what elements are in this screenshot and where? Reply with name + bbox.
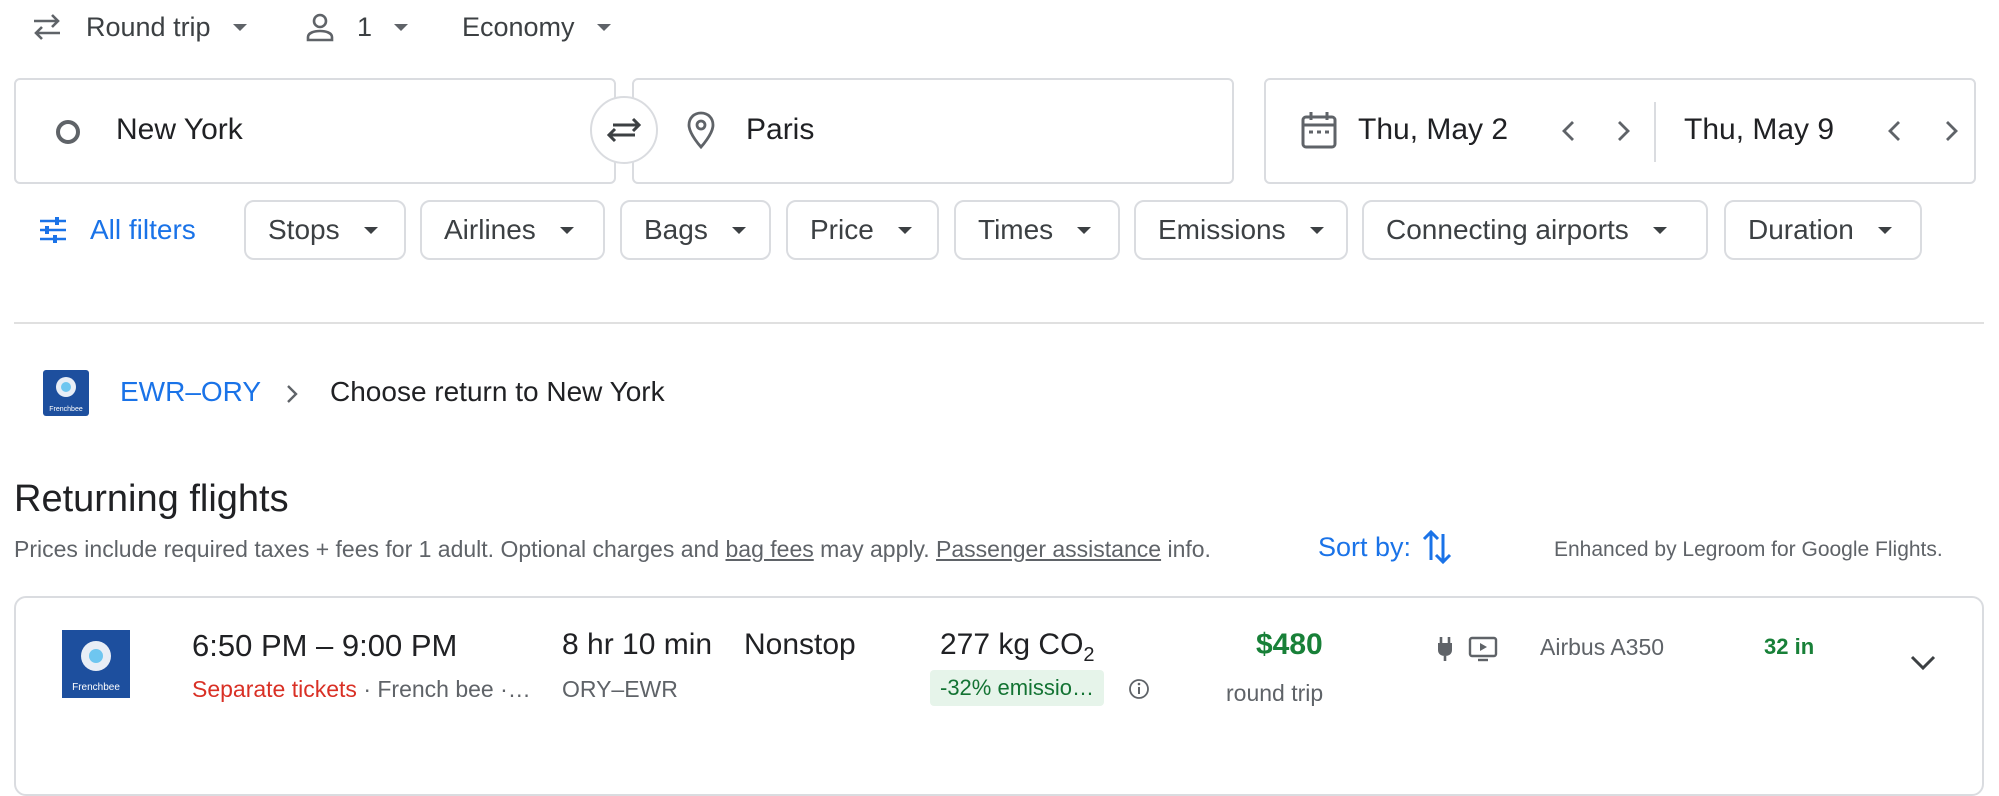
- date-range-field[interactable]: Thu, May 2 Thu, May 9: [1264, 78, 1976, 184]
- chevron-down-icon: [232, 23, 247, 31]
- airline-logo: Frenchbee: [43, 370, 89, 416]
- legroom-value: 32 in: [1764, 634, 1815, 659]
- flight-price: $480: [1256, 628, 1323, 661]
- section-divider: [14, 322, 1984, 324]
- depart-next-date-icon[interactable]: [1612, 116, 1634, 146]
- info-icon[interactable]: [1128, 678, 1150, 700]
- chevron-down-icon: [1077, 226, 1092, 234]
- emissions-value: 277 kg CO2: [940, 628, 1095, 667]
- filter-chip-emissions[interactable]: Emissions: [1134, 200, 1348, 260]
- chevron-down-icon: [1652, 226, 1667, 234]
- chevron-down-icon: [363, 226, 378, 234]
- passengers-select[interactable]: 1: [305, 4, 409, 50]
- disclaimer-text: may apply.: [813, 536, 937, 562]
- aircraft-type: Airbus A350: [1540, 634, 1665, 660]
- return-date[interactable]: Thu, May 9: [1684, 113, 1834, 147]
- filter-sliders-icon: [38, 216, 68, 244]
- chevron-down-icon: [559, 226, 574, 234]
- cabin-class-select[interactable]: Economy: [462, 4, 611, 50]
- chip-label: Emissions: [1158, 214, 1286, 245]
- emissions-text: 277 kg CO: [940, 628, 1084, 661]
- disclaimer-text: Prices include required taxes + fees for…: [14, 536, 726, 562]
- legroom-note: Enhanced by Legroom for Google Flights.: [1554, 538, 1943, 561]
- origin-circle-icon: [54, 118, 82, 146]
- bag-fees-link[interactable]: bag fees: [726, 536, 814, 562]
- page-title: Returning flights: [14, 478, 289, 520]
- chip-label: Price: [810, 214, 874, 245]
- chevron-down-icon: [1309, 226, 1324, 234]
- breadcrumb-route-link[interactable]: EWR–ORY: [120, 376, 261, 408]
- cabin-class-label: Economy: [462, 11, 575, 42]
- entertainment-screen-icon: [1468, 636, 1498, 662]
- return-prev-date-icon[interactable]: [1884, 116, 1906, 146]
- airline-logo: Frenchbee: [62, 630, 130, 698]
- all-filters-button[interactable]: All filters: [38, 200, 196, 260]
- sort-arrows-icon: [1421, 528, 1453, 566]
- flight-result-card[interactable]: Frenchbee 6:50 PM – 9:00 PM Separate tic…: [14, 596, 1984, 796]
- swap-icon: [605, 115, 643, 145]
- depart-prev-date-icon[interactable]: [1558, 116, 1580, 146]
- person-icon: [305, 12, 335, 42]
- origin-field[interactable]: New York: [14, 78, 616, 184]
- destination-value: Paris: [746, 113, 815, 146]
- passenger-assistance-link[interactable]: Passenger assistance: [936, 536, 1161, 562]
- location-pin-icon: [686, 110, 716, 150]
- chevron-down-icon: [897, 226, 912, 234]
- chip-label: Duration: [1748, 214, 1854, 245]
- chip-label: Bags: [644, 214, 708, 245]
- chip-label: Stops: [268, 214, 340, 245]
- trip-type-label: Round trip: [86, 11, 211, 42]
- calendar-icon: [1300, 110, 1338, 150]
- flight-times: 6:50 PM – 9:00 PM: [192, 628, 458, 663]
- emissions-subscript: 2: [1083, 644, 1095, 666]
- date-divider: [1654, 102, 1656, 162]
- sort-button[interactable]: Sort by:: [1318, 528, 1453, 566]
- flight-stops: Nonstop: [744, 628, 856, 661]
- filter-chip-price[interactable]: Price: [786, 200, 939, 260]
- disclaimer-text: info.: [1161, 536, 1211, 562]
- flight-airline-line: Separate tickets · French bee ·…: [192, 676, 531, 703]
- origin-value: New York: [116, 113, 243, 146]
- airline-logo-text: Frenchbee: [72, 682, 120, 693]
- return-next-date-icon[interactable]: [1940, 116, 1962, 146]
- chevron-right-icon: [284, 382, 300, 406]
- chevron-down-icon: [394, 23, 409, 31]
- all-filters-label: All filters: [90, 214, 196, 245]
- chip-label: Connecting airports: [1386, 214, 1629, 245]
- chevron-down-icon: [1877, 226, 1892, 234]
- filter-chip-connecting-airports[interactable]: Connecting airports: [1362, 200, 1708, 260]
- destination-field[interactable]: Paris: [632, 78, 1234, 184]
- power-outlet-icon: [1436, 636, 1454, 662]
- chevron-down-icon: [596, 23, 611, 31]
- depart-date[interactable]: Thu, May 2: [1358, 113, 1508, 147]
- filter-chip-stops[interactable]: Stops: [244, 200, 406, 260]
- chip-label: Times: [978, 214, 1054, 245]
- sort-label: Sort by:: [1318, 531, 1412, 562]
- filter-chip-airlines[interactable]: Airlines: [420, 200, 605, 260]
- filter-chip-duration[interactable]: Duration: [1724, 200, 1922, 260]
- chip-label: Airlines: [444, 214, 536, 245]
- swap-arrows-icon: [30, 12, 64, 42]
- trip-type-select[interactable]: Round trip: [30, 4, 247, 50]
- price-note: round trip: [1226, 680, 1324, 706]
- svg-text:Frenchbee: Frenchbee: [49, 406, 83, 413]
- filter-chip-times[interactable]: Times: [954, 200, 1120, 260]
- chevron-down-icon: [731, 226, 746, 234]
- passengers-count: 1: [357, 11, 373, 42]
- flight-route: ORY–EWR: [562, 676, 678, 702]
- emissions-badge: -32% emissio…: [930, 670, 1105, 706]
- filter-chip-bags[interactable]: Bags: [620, 200, 771, 260]
- swap-locations-button[interactable]: [590, 96, 658, 164]
- price-disclaimer: Prices include required taxes + fees for…: [14, 536, 1211, 563]
- airline-name: · French bee ·…: [363, 676, 531, 702]
- breadcrumb-current: Choose return to New York: [330, 376, 665, 407]
- separate-tickets-label: Separate tickets: [192, 676, 357, 702]
- expand-chevron-icon[interactable]: [1908, 652, 1938, 674]
- flight-duration: 8 hr 10 min: [562, 628, 713, 661]
